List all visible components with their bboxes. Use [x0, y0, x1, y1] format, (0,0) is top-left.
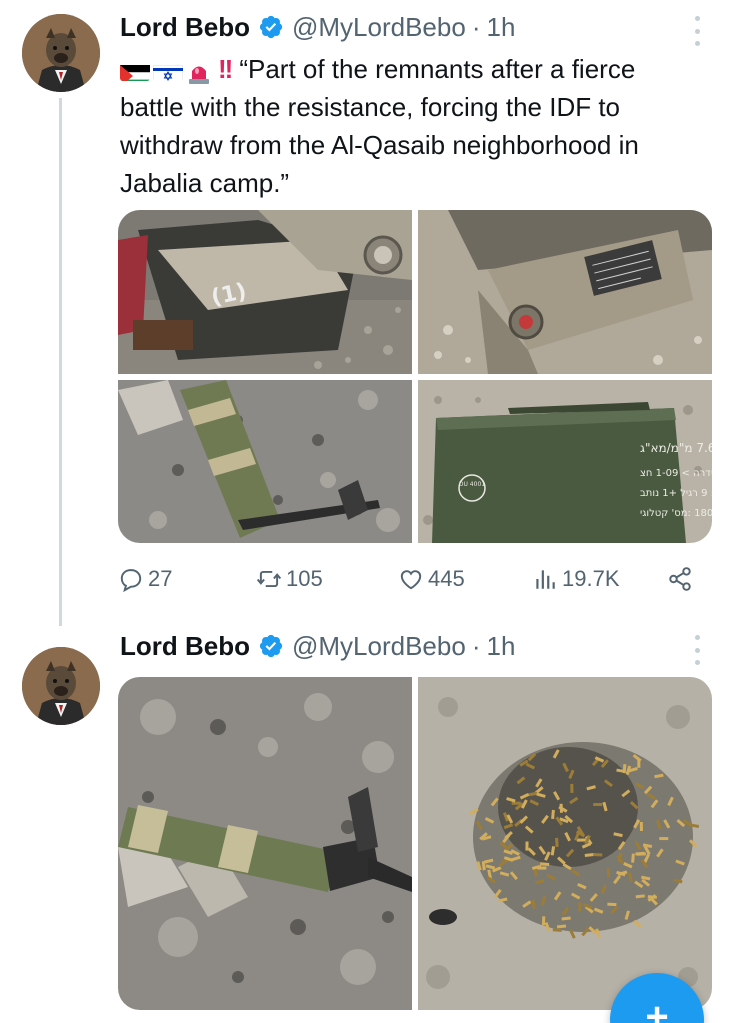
verified-badge-icon [258, 14, 284, 40]
share-button[interactable] [667, 562, 697, 596]
photo-launcher-tube[interactable] [118, 380, 412, 543]
plus-icon: + [645, 995, 669, 1023]
reply-button[interactable]: 27 [118, 562, 172, 596]
ammo-can-stamp: DU 4001 [459, 481, 485, 488]
ammo-can-line-2: סדרה > 1-09 חצ [640, 468, 712, 479]
share-icon [669, 567, 691, 591]
like-count: 445 [428, 566, 465, 591]
casing-shape [593, 853, 603, 857]
photo-ammo-box[interactable] [418, 210, 712, 374]
author-name[interactable]: Lord Bebo [120, 12, 250, 43]
author-name[interactable]: Lord Bebo [120, 631, 250, 662]
casing-shape [541, 916, 546, 926]
timestamp[interactable]: 1h [486, 631, 515, 662]
views-button[interactable]: 19.7K [532, 562, 620, 596]
photo-launcher-tube-closeup[interactable] [118, 677, 412, 1010]
siren-icon [186, 57, 212, 84]
casing-shape [555, 837, 559, 847]
reply-icon [120, 569, 142, 592]
more-options-icon[interactable] [692, 16, 702, 46]
photo-spent-casings[interactable] [418, 677, 712, 1010]
tweet[interactable]: Lord Bebo @MyLordBebo · 1h !! “Part of th… [0, 0, 734, 625]
separator-dot: · [471, 11, 481, 42]
repost-button[interactable]: 105 [256, 562, 323, 596]
media-grid: (1) DU 4001 7.6 מ"מ/מא"ג דרה > 1-09 חצ 9… [118, 210, 712, 543]
emoji-group [120, 57, 212, 84]
ammo-can-line-1: 230 ברזל 7.62 מ"מ/מא"ג [640, 441, 712, 455]
avatar[interactable] [22, 14, 100, 92]
photo-debris-box[interactable]: (1) [118, 210, 412, 374]
casing-shape [537, 866, 547, 870]
ammo-can-line-4: 1804-34640 :מס' קטלוגי [640, 508, 712, 519]
ammo-can-line-3: הרכב הטעין: 9 רגיל +1 נותב [640, 488, 712, 499]
reply-count: 27 [148, 566, 173, 591]
like-button[interactable]: 445 [398, 562, 465, 596]
casing-shape [637, 758, 641, 768]
casing-shape [578, 902, 582, 912]
casing-shape [576, 838, 586, 842]
photo-ammo-can[interactable]: DU 4001 230 ברזל 7.62 מ"מ/מא"ג סדרה > 1-… [418, 380, 712, 543]
avatar[interactable] [22, 647, 100, 725]
heart-icon [400, 570, 422, 590]
author-handle[interactable]: @MyLordBebo [292, 631, 466, 662]
repost-count: 105 [286, 566, 323, 591]
verified-badge-icon [258, 633, 284, 659]
tweet-text: !! “Part of the remnants after a fierce b… [120, 50, 705, 202]
media-grid [118, 677, 712, 1010]
tweet[interactable]: Lord Bebo @MyLordBebo · 1h [0, 625, 734, 1023]
double-exclamation: !! [218, 54, 233, 84]
more-options-icon[interactable] [692, 635, 702, 665]
casing-shape [570, 783, 574, 793]
casing-shape [659, 837, 669, 841]
casing-shape [639, 821, 643, 832]
timestamp[interactable]: 1h [486, 12, 515, 43]
tweet-header: Lord Bebo @MyLordBebo · 1h [120, 629, 515, 663]
casing-shape [606, 868, 611, 878]
tweet-header: Lord Bebo @MyLordBebo · 1h [120, 10, 515, 44]
author-handle[interactable]: @MyLordBebo [292, 12, 466, 43]
repost-icon [256, 570, 282, 588]
casing-shape [511, 801, 521, 805]
views-chart-icon [536, 570, 555, 589]
casing-shape [607, 902, 617, 907]
views-count: 19.7K [562, 566, 620, 591]
casing-shape [552, 928, 562, 932]
separator-dot: · [471, 630, 481, 661]
palestine-flag-icon [120, 59, 150, 81]
casing-shape [593, 803, 603, 807]
israel-flag-icon [153, 59, 183, 81]
tweet-actions: 27 105 445 19.7K [118, 562, 708, 596]
